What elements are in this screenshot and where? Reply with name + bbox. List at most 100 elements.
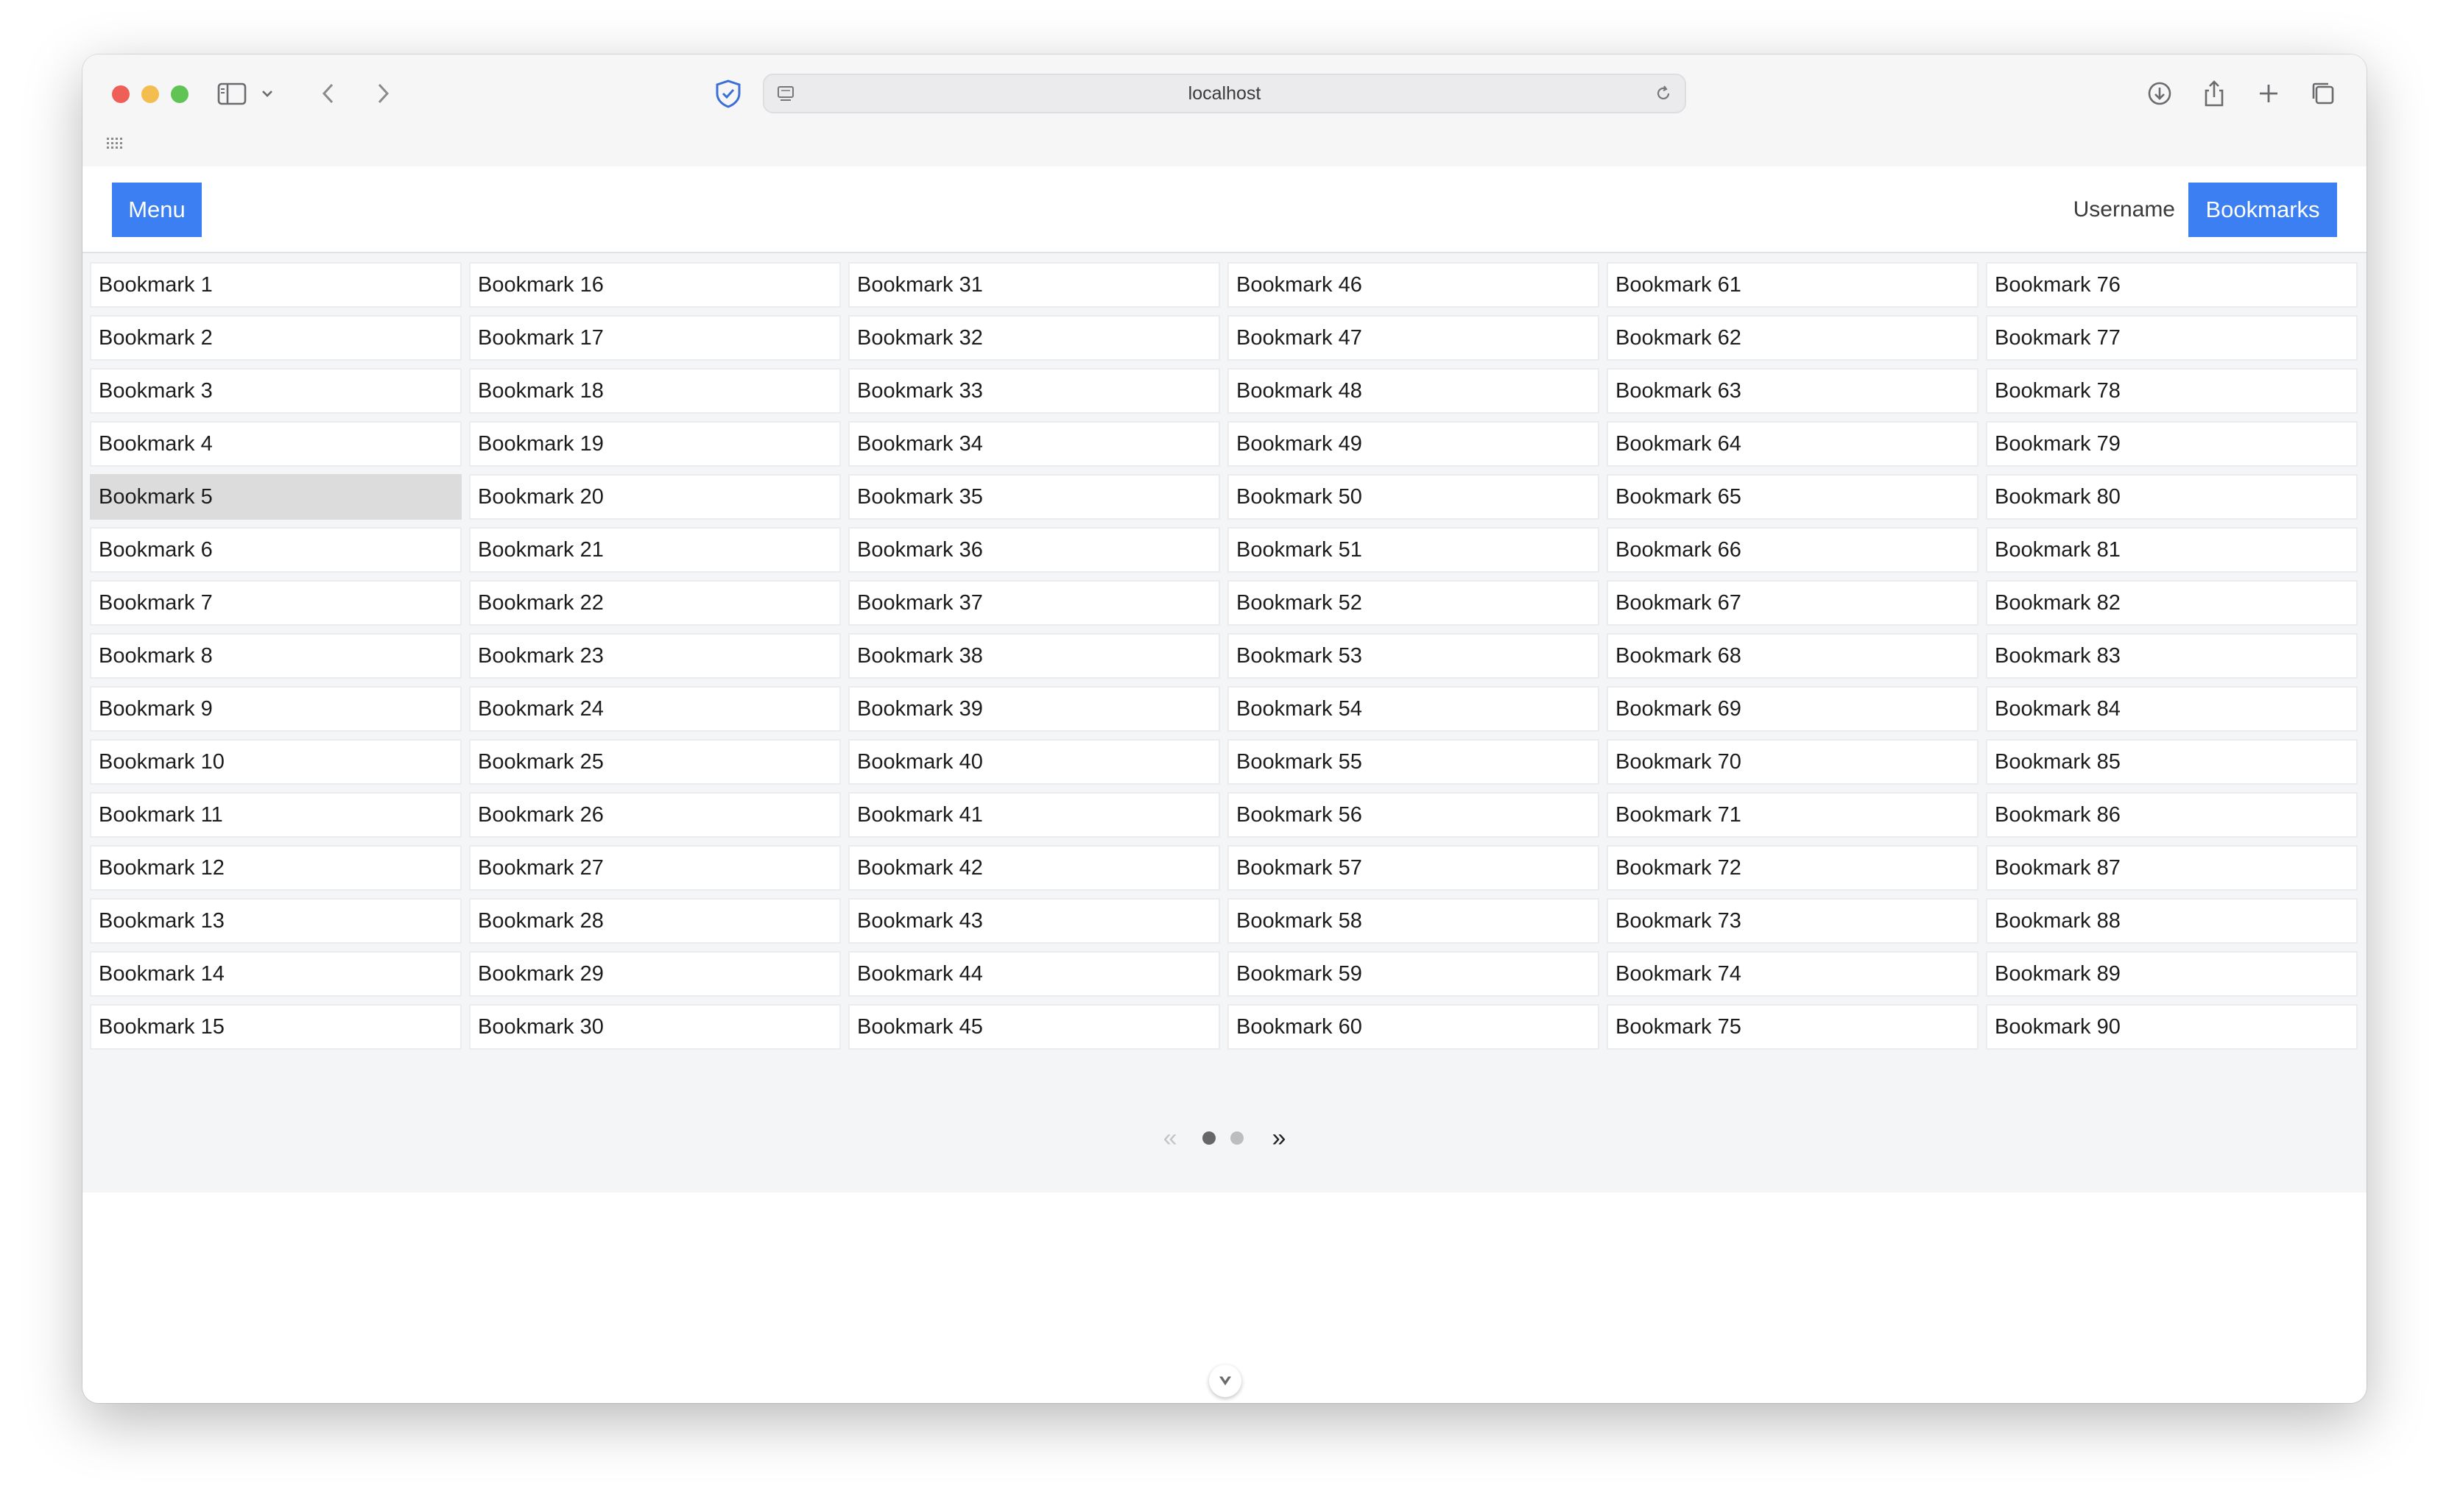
bookmark-item[interactable]: Bookmark 40 — [848, 739, 1220, 785]
bookmark-item[interactable]: Bookmark 46 — [1227, 262, 1599, 308]
bookmark-item[interactable]: Bookmark 11 — [90, 792, 462, 838]
bookmark-item[interactable]: Bookmark 18 — [469, 368, 841, 414]
bookmark-item[interactable]: Bookmark 86 — [1986, 792, 2358, 838]
bookmark-item[interactable]: Bookmark 41 — [848, 792, 1220, 838]
bookmark-item[interactable]: Bookmark 25 — [469, 739, 841, 785]
bookmark-item[interactable]: Bookmark 73 — [1607, 898, 1978, 944]
prev-page-button[interactable]: « — [1163, 1123, 1177, 1153]
bookmark-item[interactable]: Bookmark 72 — [1607, 845, 1978, 891]
close-window-button[interactable] — [112, 85, 130, 103]
chevron-down-icon[interactable] — [256, 75, 278, 112]
bookmark-item[interactable]: Bookmark 63 — [1607, 368, 1978, 414]
bookmark-item[interactable]: Bookmark 54 — [1227, 686, 1599, 732]
shield-icon[interactable] — [710, 75, 747, 112]
address-bar[interactable]: localhost — [763, 74, 1686, 113]
bookmark-item[interactable]: Bookmark 13 — [90, 898, 462, 944]
bookmark-item[interactable]: Bookmark 57 — [1227, 845, 1599, 891]
bookmark-item[interactable]: Bookmark 71 — [1607, 792, 1978, 838]
bookmark-item[interactable]: Bookmark 8 — [90, 633, 462, 679]
bookmark-item[interactable]: Bookmark 23 — [469, 633, 841, 679]
bookmark-item[interactable]: Bookmark 28 — [469, 898, 841, 944]
bookmark-item[interactable]: Bookmark 82 — [1986, 580, 2358, 626]
bookmark-item[interactable]: Bookmark 33 — [848, 368, 1220, 414]
bookmark-item[interactable]: Bookmark 67 — [1607, 580, 1978, 626]
bookmark-item[interactable]: Bookmark 4 — [90, 421, 462, 467]
bookmark-item[interactable]: Bookmark 3 — [90, 368, 462, 414]
bookmark-item[interactable]: Bookmark 64 — [1607, 421, 1978, 467]
bookmark-item[interactable]: Bookmark 19 — [469, 421, 841, 467]
back-icon[interactable] — [311, 75, 348, 112]
page-dot-2[interactable] — [1230, 1131, 1244, 1145]
minimize-window-button[interactable] — [141, 85, 159, 103]
bookmark-item[interactable]: Bookmark 21 — [469, 527, 841, 573]
forward-icon[interactable] — [364, 75, 401, 112]
bookmark-item[interactable]: Bookmark 66 — [1607, 527, 1978, 573]
bookmark-item[interactable]: Bookmark 30 — [469, 1004, 841, 1050]
zoom-window-button[interactable] — [171, 85, 188, 103]
bookmark-item[interactable]: Bookmark 45 — [848, 1004, 1220, 1050]
bookmarks-button[interactable]: Bookmarks — [2188, 183, 2337, 237]
bookmark-item[interactable]: Bookmark 20 — [469, 474, 841, 520]
bookmark-item[interactable]: Bookmark 55 — [1227, 739, 1599, 785]
bookmark-item[interactable]: Bookmark 37 — [848, 580, 1220, 626]
bookmark-item[interactable]: Bookmark 79 — [1986, 421, 2358, 467]
bookmark-item[interactable]: Bookmark 35 — [848, 474, 1220, 520]
bookmark-item[interactable]: Bookmark 17 — [469, 315, 841, 361]
bookmark-item[interactable]: Bookmark 14 — [90, 951, 462, 997]
bookmark-item[interactable]: Bookmark 58 — [1227, 898, 1599, 944]
share-icon[interactable] — [2196, 75, 2233, 112]
bookmark-item[interactable]: Bookmark 48 — [1227, 368, 1599, 414]
bookmark-item[interactable]: Bookmark 81 — [1986, 527, 2358, 573]
bookmark-item[interactable]: Bookmark 84 — [1986, 686, 2358, 732]
bookmark-item[interactable]: Bookmark 59 — [1227, 951, 1599, 997]
plus-icon[interactable] — [2250, 75, 2287, 112]
bookmark-item[interactable]: Bookmark 62 — [1607, 315, 1978, 361]
bookmark-item[interactable]: Bookmark 15 — [90, 1004, 462, 1050]
bookmark-item[interactable]: Bookmark 61 — [1607, 262, 1978, 308]
bookmark-item[interactable]: Bookmark 44 — [848, 951, 1220, 997]
tabs-icon[interactable] — [2305, 75, 2341, 112]
bookmark-item[interactable]: Bookmark 87 — [1986, 845, 2358, 891]
bookmark-item[interactable]: Bookmark 60 — [1227, 1004, 1599, 1050]
bookmark-item[interactable]: Bookmark 56 — [1227, 792, 1599, 838]
bookmark-item[interactable]: Bookmark 83 — [1986, 633, 2358, 679]
bookmark-item[interactable]: Bookmark 36 — [848, 527, 1220, 573]
bookmark-item[interactable]: Bookmark 22 — [469, 580, 841, 626]
scroll-down-icon[interactable] — [1209, 1365, 1241, 1397]
bookmark-item[interactable]: Bookmark 70 — [1607, 739, 1978, 785]
bookmark-item[interactable]: Bookmark 34 — [848, 421, 1220, 467]
bookmark-item[interactable]: Bookmark 6 — [90, 527, 462, 573]
bookmark-item[interactable]: Bookmark 2 — [90, 315, 462, 361]
bookmark-item[interactable]: Bookmark 24 — [469, 686, 841, 732]
bookmark-item[interactable]: Bookmark 7 — [90, 580, 462, 626]
menu-button[interactable]: Menu — [112, 183, 202, 237]
sidebar-icon[interactable] — [214, 75, 250, 112]
bookmark-item[interactable]: Bookmark 43 — [848, 898, 1220, 944]
bookmark-item[interactable]: Bookmark 74 — [1607, 951, 1978, 997]
bookmark-item[interactable]: Bookmark 31 — [848, 262, 1220, 308]
bookmark-item[interactable]: Bookmark 5 — [90, 474, 462, 520]
bookmark-item[interactable]: Bookmark 80 — [1986, 474, 2358, 520]
bookmark-item[interactable]: Bookmark 29 — [469, 951, 841, 997]
bookmark-item[interactable]: Bookmark 49 — [1227, 421, 1599, 467]
download-icon[interactable] — [2141, 75, 2178, 112]
bookmark-item[interactable]: Bookmark 47 — [1227, 315, 1599, 361]
bookmark-item[interactable]: Bookmark 27 — [469, 845, 841, 891]
bookmark-item[interactable]: Bookmark 88 — [1986, 898, 2358, 944]
bookmark-item[interactable]: Bookmark 53 — [1227, 633, 1599, 679]
bookmark-item[interactable]: Bookmark 90 — [1986, 1004, 2358, 1050]
bookmark-item[interactable]: Bookmark 1 — [90, 262, 462, 308]
bookmark-item[interactable]: Bookmark 65 — [1607, 474, 1978, 520]
bookmark-item[interactable]: Bookmark 12 — [90, 845, 462, 891]
bookmark-item[interactable]: Bookmark 89 — [1986, 951, 2358, 997]
bookmark-item[interactable]: Bookmark 75 — [1607, 1004, 1978, 1050]
bookmark-item[interactable]: Bookmark 16 — [469, 262, 841, 308]
bookmark-item[interactable]: Bookmark 32 — [848, 315, 1220, 361]
page-dot-1[interactable] — [1202, 1131, 1216, 1145]
bookmark-item[interactable]: Bookmark 51 — [1227, 527, 1599, 573]
bookmark-item[interactable]: Bookmark 68 — [1607, 633, 1978, 679]
bookmark-item[interactable]: Bookmark 38 — [848, 633, 1220, 679]
bookmark-item[interactable]: Bookmark 85 — [1986, 739, 2358, 785]
bookmark-item[interactable]: Bookmark 76 — [1986, 262, 2358, 308]
bookmark-item[interactable]: Bookmark 77 — [1986, 315, 2358, 361]
